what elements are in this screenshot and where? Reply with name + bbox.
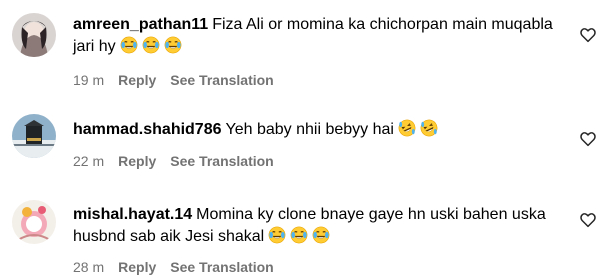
rolling-on-floor-laughing-icon [398, 119, 416, 137]
comment-message: Yeh baby nhii bebyy hai [225, 121, 394, 138]
avatar[interactable] [12, 13, 56, 57]
reply-button[interactable]: Reply [118, 259, 156, 275]
see-translation-button[interactable]: See Translation [170, 153, 273, 169]
avatar[interactable] [12, 200, 56, 244]
rolling-on-floor-laughing-icon [420, 119, 438, 137]
comment-username[interactable]: mishal.hayat.14 [73, 206, 192, 223]
comment-meta: 28 m Reply See Translation [73, 259, 288, 275]
comment-text: mishal.hayat.14 Momina ky clone bnaye gay… [73, 204, 561, 248]
reply-button[interactable]: Reply [118, 153, 156, 169]
comment-username[interactable]: hammad.shahid786 [73, 121, 222, 138]
face-with-tears-of-joy-icon [120, 36, 138, 54]
comment-meta: 19 m Reply See Translation [73, 72, 288, 88]
face-with-tears-of-joy-icon [312, 226, 330, 244]
face-with-tears-of-joy-icon [142, 36, 160, 54]
comment-text: hammad.shahid786 Yeh baby nhii bebyy hai [73, 119, 561, 141]
avatar[interactable] [12, 114, 56, 158]
heart-icon[interactable] [579, 26, 597, 44]
heart-icon[interactable] [579, 211, 597, 229]
face-with-tears-of-joy-icon [290, 226, 308, 244]
face-with-tears-of-joy-icon [268, 226, 286, 244]
comment-time: 28 m [73, 259, 105, 275]
see-translation-button[interactable]: See Translation [170, 72, 273, 88]
comment-item: mishal.hayat.14 Momina ky clone bnaye gay… [0, 185, 604, 277]
comment-item: hammad.shahid786 Yeh baby nhii bebyy hai … [0, 100, 604, 185]
comment-item: amreen_pathan11 Fiza Ali or momina ka chi… [0, 0, 604, 100]
see-translation-button[interactable]: See Translation [170, 259, 273, 275]
comment-meta: 22 m Reply See Translation [73, 153, 288, 169]
comment-time: 19 m [73, 72, 105, 88]
comment-time: 22 m [73, 153, 105, 169]
face-with-tears-of-joy-icon [164, 36, 182, 54]
heart-icon[interactable] [579, 130, 597, 148]
reply-button[interactable]: Reply [118, 72, 156, 88]
comment-username[interactable]: amreen_pathan11 [73, 16, 208, 33]
comment-text: amreen_pathan11 Fiza Ali or momina ka chi… [73, 14, 561, 58]
